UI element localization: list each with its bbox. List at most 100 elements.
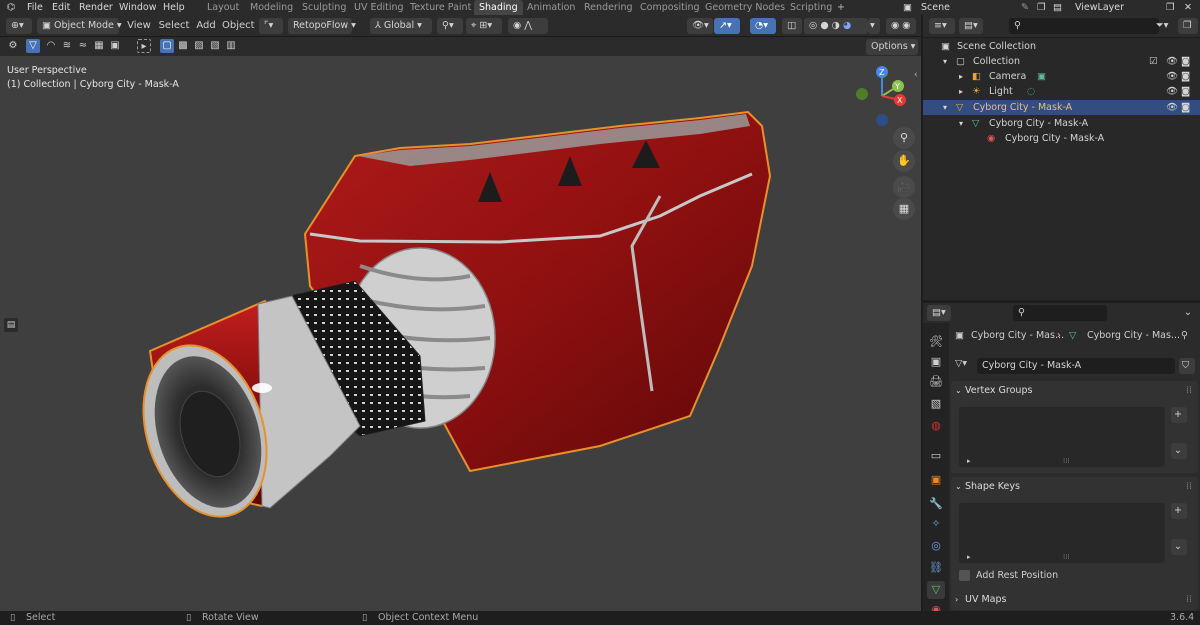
expand-icon[interactable]: ▸ [967, 457, 971, 465]
retopoflow-menu[interactable]: RetopoFlow ▾ [288, 18, 356, 34]
uv-maps-header[interactable]: › UV Maps ⁞⁞ [951, 590, 1198, 610]
viewlayer-name[interactable]: ViewLayer [1072, 1, 1127, 14]
toolbar-toggle-icon[interactable]: ▤ [4, 318, 18, 332]
menu-edit[interactable]: Edit [49, 1, 73, 14]
tab-texture-paint[interactable]: Texture Paint [405, 0, 476, 15]
mode-dropdown[interactable]: ▣ Object Mode ▾ [37, 18, 122, 34]
eye-icon[interactable]: 👁 [1166, 54, 1178, 69]
zoom-icon[interactable]: ⚲ [893, 127, 915, 149]
mesh-browse-icon[interactable]: ▽▾ [955, 358, 967, 369]
rendered-shading-icon[interactable]: ◕ [843, 20, 851, 31]
tab-rendering[interactable]: Rendering [579, 0, 638, 15]
tab-uv-editing[interactable]: UV Editing [349, 0, 409, 15]
tab-modeling[interactable]: Modeling [245, 0, 298, 15]
resize-handle-icon[interactable]: ⁞⁞⁞ [1063, 457, 1070, 465]
camera-view-icon[interactable]: 🎥 [893, 176, 915, 198]
object-tab-icon[interactable]: ▣ [927, 471, 945, 489]
physics-tab-icon[interactable]: ◎ [927, 537, 945, 555]
world-tab-icon[interactable]: ◍ [927, 417, 945, 435]
tree-row-collection[interactable]: ▾ ▢ Collection ☑ 👁 ◙ [923, 54, 1200, 69]
select-invert-icon[interactable]: ▧ [208, 39, 222, 53]
tab-animation[interactable]: Animation [522, 0, 580, 15]
select-new-icon[interactable]: ▢ [160, 39, 174, 53]
tab-layout[interactable]: Layout [202, 0, 244, 15]
viewlayer-icon[interactable]: ▤ [1050, 1, 1065, 14]
output-tab-icon[interactable]: 🖨 [927, 373, 945, 391]
3d-viewport[interactable]: User Perspective (1) Collection | Cyborg… [0, 56, 921, 611]
tree-row-camera[interactable]: ▸ ◧ Camera ▣ 👁 ◙ [923, 69, 1200, 84]
modifier-tab-icon[interactable]: 🔧 [927, 495, 945, 513]
remove-viewlayer-icon[interactable]: ✕ [1181, 1, 1195, 14]
outliner-editor-type-icon[interactable]: ≡▾ [929, 18, 955, 34]
chevron-down-icon[interactable]: ▾ [943, 54, 947, 69]
gear-icon[interactable]: ⚙ [6, 39, 20, 53]
hand-pan-icon[interactable]: ✋ [893, 150, 915, 172]
tool-tab-icon[interactable]: 🛠 [927, 333, 945, 351]
navigation-gizmo[interactable]: Z Y X [852, 64, 912, 128]
chevron-right-icon[interactable]: ▸ [959, 69, 963, 84]
solid-shading-icon[interactable]: ● [820, 20, 828, 31]
mask-model[interactable] [0, 56, 921, 611]
particle-filter-icon[interactable]: ≋ [60, 39, 74, 53]
vertex-groups-header[interactable]: ⌄ Vertex Groups ⁞⁞ [951, 381, 1198, 401]
curve-filter-icon[interactable]: ◠ [44, 39, 58, 53]
constraints-tab-icon[interactable]: ⛓ [927, 559, 945, 577]
tree-row-light[interactable]: ▸ ☀ Light ◌ 👁 ◙ [923, 84, 1200, 99]
camera-render-icon[interactable]: ◙ [1181, 54, 1190, 69]
wave-filter-icon[interactable]: ≈ [76, 39, 90, 53]
view-layer-tab-icon[interactable]: ▧ [927, 395, 945, 413]
select-subtract-icon[interactable]: ▨ [192, 39, 206, 53]
mesh-filter-icon[interactable]: ▽ [26, 39, 40, 53]
menu-select[interactable]: Select [158, 19, 190, 33]
shape-key-menu-chevron-icon[interactable]: ⌄ [1171, 539, 1187, 555]
shape-keys-header[interactable]: ⌄ Shape Keys ⁞⁞ [951, 477, 1198, 497]
pin-icon[interactable]: ⚲ [1181, 327, 1188, 345]
snap-object-icon[interactable]: ⌜▾ [259, 18, 283, 34]
expand-icon[interactable]: ▸ [967, 553, 971, 561]
particles-tab-icon[interactable]: ✧ [927, 515, 945, 533]
mesh-data-tab-icon[interactable]: ▽ [927, 581, 945, 599]
gizmo-toggle-icon[interactable]: ↗▾ [714, 18, 740, 34]
blender-logo-icon[interactable]: ⌬ [4, 1, 18, 14]
pin-icon[interactable]: ✎ [1018, 1, 1032, 14]
display-mode-icon[interactable]: ▤▾ [959, 18, 983, 34]
eye-icon[interactable]: 👁 [1166, 84, 1178, 99]
pivot-point-icon[interactable]: ⚲▾ [437, 18, 463, 34]
drag-handle-icon[interactable]: ⁞⁞ [1186, 477, 1192, 497]
render-engine-icons[interactable]: ◉ ◉ [886, 18, 916, 34]
tab-scripting[interactable]: Scripting [785, 0, 837, 15]
visibility-icon[interactable]: 👁▾ [687, 18, 713, 34]
resize-handle-icon[interactable]: ⁞⁞⁞ [1063, 553, 1070, 561]
menu-render[interactable]: Render [76, 1, 116, 14]
vertex-groups-list[interactable]: ▸ ⁞⁞⁞ [959, 407, 1165, 467]
properties-search-input[interactable]: ⚲ [1013, 305, 1107, 321]
properties-editor-type-icon[interactable]: ▤▾ [927, 305, 951, 321]
film-filter-icon[interactable]: ▣ [108, 39, 122, 53]
vertex-group-menu-chevron-icon[interactable]: ⌄ [1171, 443, 1187, 459]
select-intersect-icon[interactable]: ▥ [224, 39, 238, 53]
tab-compositing[interactable]: Compositing [635, 0, 705, 15]
menu-view[interactable]: View [127, 19, 151, 33]
chevron-right-icon[interactable]: ▸ [959, 84, 963, 99]
add-shape-key-button[interactable]: + [1171, 503, 1187, 519]
add-vertex-group-button[interactable]: + [1171, 407, 1187, 423]
add-rest-position-checkbox[interactable] [959, 570, 970, 581]
collection-tab-icon[interactable]: ▭ [927, 447, 945, 465]
camera-render-icon[interactable]: ◙ [1181, 69, 1190, 84]
chevron-down-icon[interactable]: ▾ [943, 100, 947, 115]
new-collection-icon[interactable]: ❐ [1178, 18, 1198, 34]
proportional-edit-icon[interactable]: ◉ ⋀ [508, 18, 548, 34]
orientation-dropdown[interactable]: ⅄ Global ▾ [370, 18, 432, 34]
shading-modes[interactable]: ◎ ● ◑ ◕ [804, 18, 868, 34]
render-tab-icon[interactable]: ▣ [927, 353, 945, 371]
ortho-grid-icon[interactable]: ▦ [893, 198, 915, 220]
sidebar-toggle-icon[interactable]: ‹ [914, 70, 918, 80]
scene-icon[interactable]: ▣ [900, 1, 915, 14]
tab-sculpting[interactable]: Sculpting [297, 0, 351, 15]
snap-icon[interactable]: ⌖ ⊞▾ [466, 18, 502, 34]
tab-geometry-nodes[interactable]: Geometry Nodes [700, 0, 790, 15]
mesh-name-field[interactable]: Cyborg City - Mask-A [977, 358, 1175, 374]
add-workspace-icon[interactable]: + [832, 0, 850, 15]
menu-help[interactable]: Help [160, 1, 188, 14]
editor-type-icon[interactable]: ⊕▾ [6, 18, 32, 34]
